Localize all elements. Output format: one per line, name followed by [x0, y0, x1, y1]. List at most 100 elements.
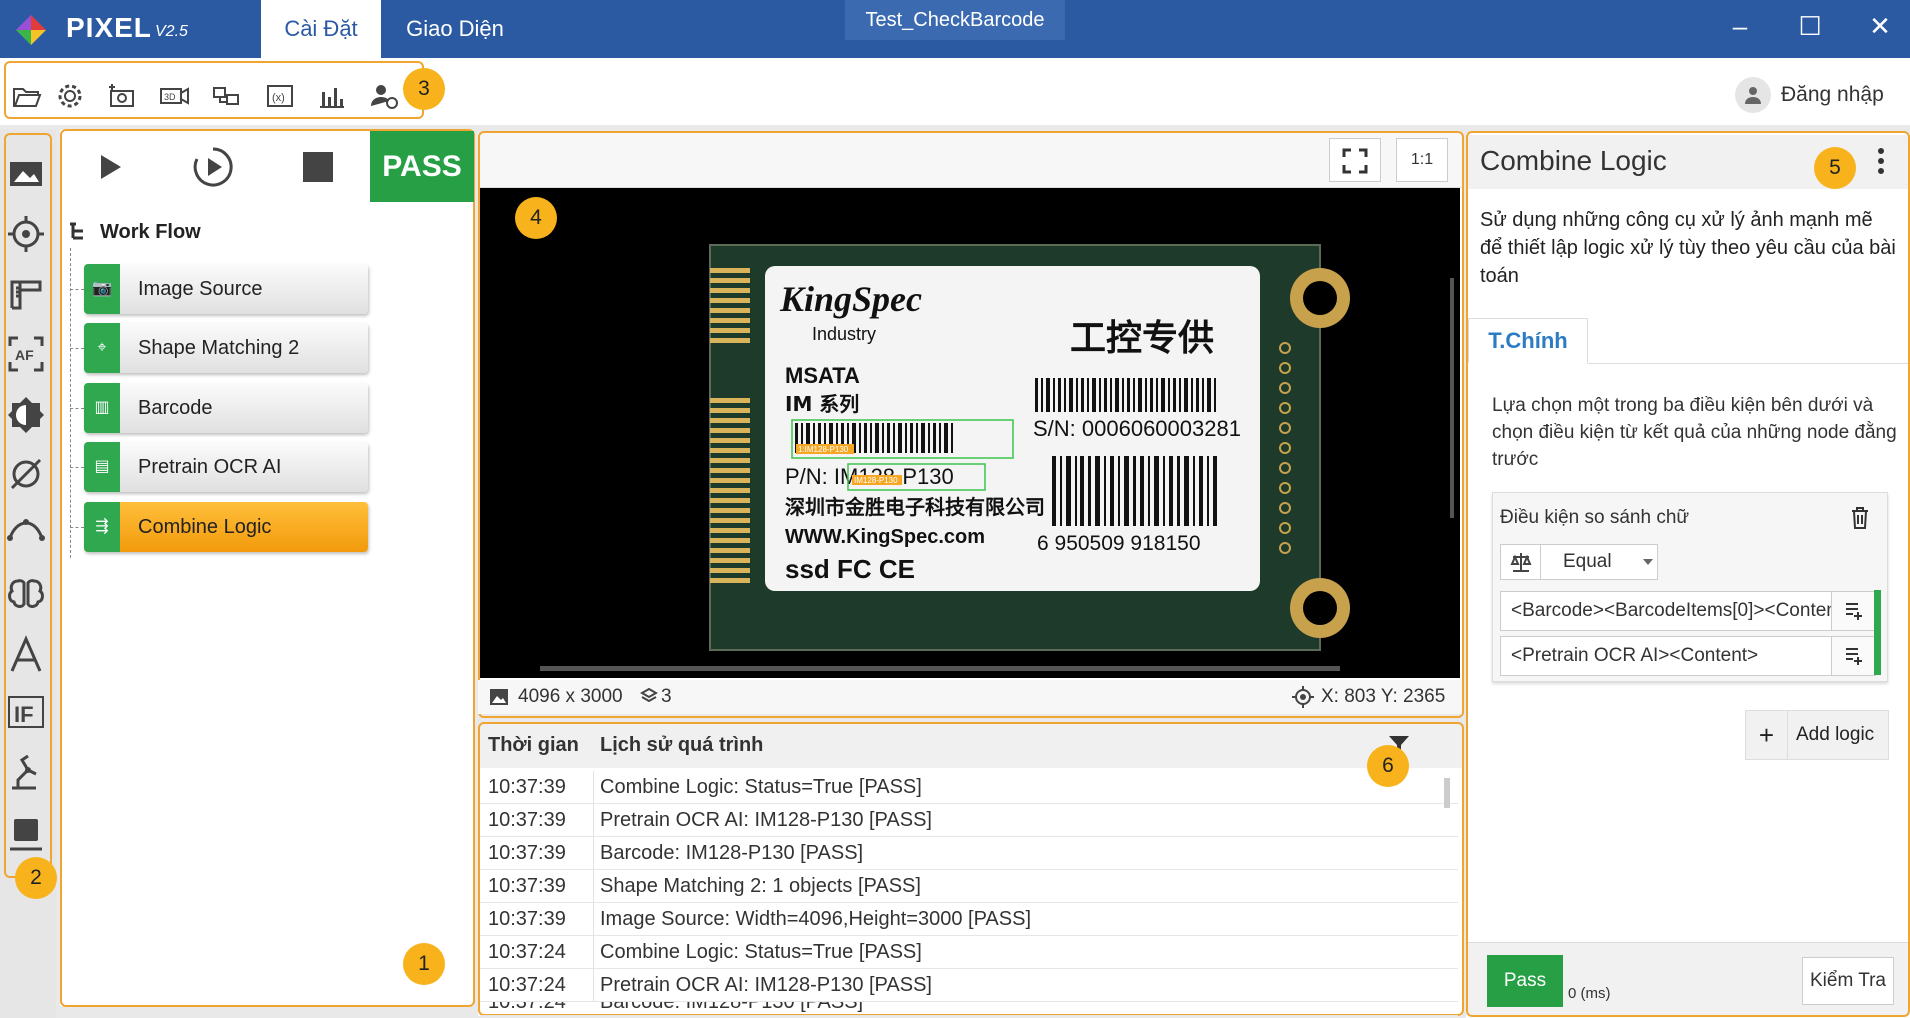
badge-2: 2: [15, 857, 57, 899]
svg-text:3D: 3D: [164, 92, 176, 102]
run-button[interactable]: [70, 133, 150, 201]
log-row: 10:37:24 Barcode: IM128-P130 [PASS]: [480, 1002, 1458, 1016]
stop-button[interactable]: [278, 133, 358, 201]
text-a-icon[interactable]: [6, 635, 46, 675]
login-button[interactable]: Đăng nhập: [1735, 76, 1884, 114]
log-row: 10:37:24 Pretrain OCR AI: IM128-P130 [PAS…: [480, 969, 1458, 1002]
workflow-node-label: Shape Matching 2: [138, 337, 300, 359]
svg-text:AF: AF: [15, 347, 34, 363]
workflow-title: Work Flow: [100, 221, 201, 243]
robot-arm-icon[interactable]: [6, 752, 46, 792]
ocr-detection-tag: IM128-P130: [854, 476, 898, 485]
workflow-node-label: Image Source: [138, 278, 263, 300]
workflow-node-combine-logic[interactable]: ⇶ Combine Logic: [84, 502, 368, 552]
histogram-icon[interactable]: [316, 80, 348, 112]
ssd-photo: KingSpec Industry 工控专供 MSATA IM 系列 1:IM1…: [480, 188, 1460, 678]
user-avatar-icon: [1735, 77, 1771, 113]
log-row: 10:37:39 Pretrain OCR AI: IM128-P130 [PAS…: [480, 804, 1458, 837]
tree-branch: [70, 289, 84, 290]
target-icon[interactable]: [6, 214, 46, 254]
tab-giao-dien[interactable]: Giao Diện: [390, 0, 520, 58]
log-row: 10:37:39 Image Source: Width=4096,Height=…: [480, 903, 1458, 936]
label-ean: 6 950509 918150: [1037, 532, 1201, 555]
workflow-node-label: Combine Logic: [138, 516, 272, 538]
workflow-panel-highlight: [60, 129, 475, 1007]
image-icon[interactable]: [6, 153, 46, 193]
window-title: Test_CheckBarcode: [845, 0, 1065, 40]
play-icon: [101, 155, 121, 179]
inspection-image[interactable]: KingSpec Industry 工控专供 MSATA IM 系列 1:IM1…: [480, 188, 1460, 678]
monitor-icon[interactable]: [6, 815, 46, 855]
svg-text:(x): (x): [272, 92, 285, 104]
log-row: 10:37:39 Shape Matching 2: 1 objects [PAS…: [480, 870, 1458, 903]
cursor-coordinates: X: 803 Y: 2365: [1321, 686, 1446, 707]
label-brand: KingSpec: [779, 279, 922, 319]
brightness-icon[interactable]: [6, 395, 46, 435]
logic-icon: ⇶: [84, 502, 120, 552]
af-icon[interactable]: AF: [6, 334, 46, 374]
angle-icon[interactable]: [6, 452, 46, 492]
workflow-tree-line: [70, 248, 71, 558]
stop-icon: [303, 152, 333, 182]
label-company: 深圳市金胜电子科技有限公司: [785, 495, 1045, 519]
folder-open-icon[interactable]: [10, 80, 42, 112]
tree-branch: [70, 527, 84, 528]
workflow-node-shape-matching[interactable]: ⌖ Shape Matching 2: [84, 323, 368, 373]
label-cn-title: 工控专供: [1070, 318, 1214, 359]
add-camera-icon[interactable]: [106, 80, 138, 112]
image-resolution: 4096 x 3000: [518, 686, 623, 707]
log-row: 10:37:24 Combine Logic: Status=True [PASS…: [480, 936, 1458, 969]
camera-icon: 📷: [84, 264, 120, 314]
tree-icon: [70, 222, 83, 240]
minimize-button[interactable]: –: [1720, 6, 1760, 46]
ocr-icon: ▤: [84, 442, 120, 492]
label-bottom-marks: ssd FC CE: [785, 554, 915, 584]
gear-icon[interactable]: [54, 80, 86, 112]
badge-1: 1: [403, 943, 445, 985]
label-model: MSATA: [785, 363, 860, 388]
label-sn: S/N: 0006060003281: [1033, 416, 1241, 441]
log-row: 10:37:39 Barcode: IM128-P130 [PASS]: [480, 837, 1458, 870]
layer-count: 3: [661, 686, 672, 707]
curve-icon[interactable]: [6, 508, 46, 548]
log-scrollbar[interactable]: [1444, 778, 1450, 808]
label-series: IM 系列: [785, 392, 859, 416]
camera-3d-icon[interactable]: 3D: [158, 80, 190, 112]
svg-text:IF: IF: [14, 702, 34, 727]
badge-4: 4: [515, 197, 557, 239]
tab-cai-dat[interactable]: Cài Đặt: [261, 0, 381, 58]
barcode-icon: ▥: [84, 383, 120, 433]
workflow-node-label: Pretrain OCR AI: [138, 456, 282, 478]
app-logo-icon: [16, 15, 46, 45]
user-settings-icon[interactable]: [368, 80, 400, 112]
tree-branch: [70, 408, 84, 409]
workflow-node-label: Barcode: [138, 397, 213, 419]
ruler-icon[interactable]: [6, 274, 46, 314]
cursor-position-icon: [1292, 686, 1314, 708]
properties-highlight: [1466, 131, 1910, 1017]
label-website: WWW.KingSpec.com: [785, 526, 985, 548]
crosshair-icon: ⌖: [84, 323, 120, 373]
close-button[interactable]: ✕: [1860, 6, 1900, 46]
run-status-banner: PASS: [370, 131, 474, 202]
tree-branch: [70, 348, 84, 349]
io-convert-icon[interactable]: [210, 80, 242, 112]
if-icon[interactable]: IF: [6, 692, 46, 732]
tree-branch: [70, 467, 84, 468]
layers-icon: [640, 687, 658, 703]
workflow-node-image-source[interactable]: 📷 Image Source: [84, 264, 368, 314]
log-row: 10:37:39 Combine Logic: Status=True [PASS…: [480, 771, 1458, 804]
loop-play-icon: [193, 147, 233, 187]
maximize-button[interactable]: ☐: [1790, 6, 1830, 46]
label-industry: Industry: [812, 324, 876, 344]
run-continuous-button[interactable]: [173, 133, 253, 201]
variable-icon[interactable]: (x): [264, 80, 296, 112]
brain-icon[interactable]: [6, 573, 46, 613]
login-label: Đăng nhập: [1781, 83, 1884, 106]
image-size-icon: [490, 689, 508, 705]
app-name: PIXEL: [66, 12, 152, 43]
workflow-node-pretrain-ocr[interactable]: ▤ Pretrain OCR AI: [84, 442, 368, 492]
barcode-detection-tag: 1:IM128-P130: [798, 445, 849, 454]
app-version: V2.5: [155, 23, 188, 40]
workflow-node-barcode[interactable]: ▥ Barcode: [84, 383, 368, 433]
